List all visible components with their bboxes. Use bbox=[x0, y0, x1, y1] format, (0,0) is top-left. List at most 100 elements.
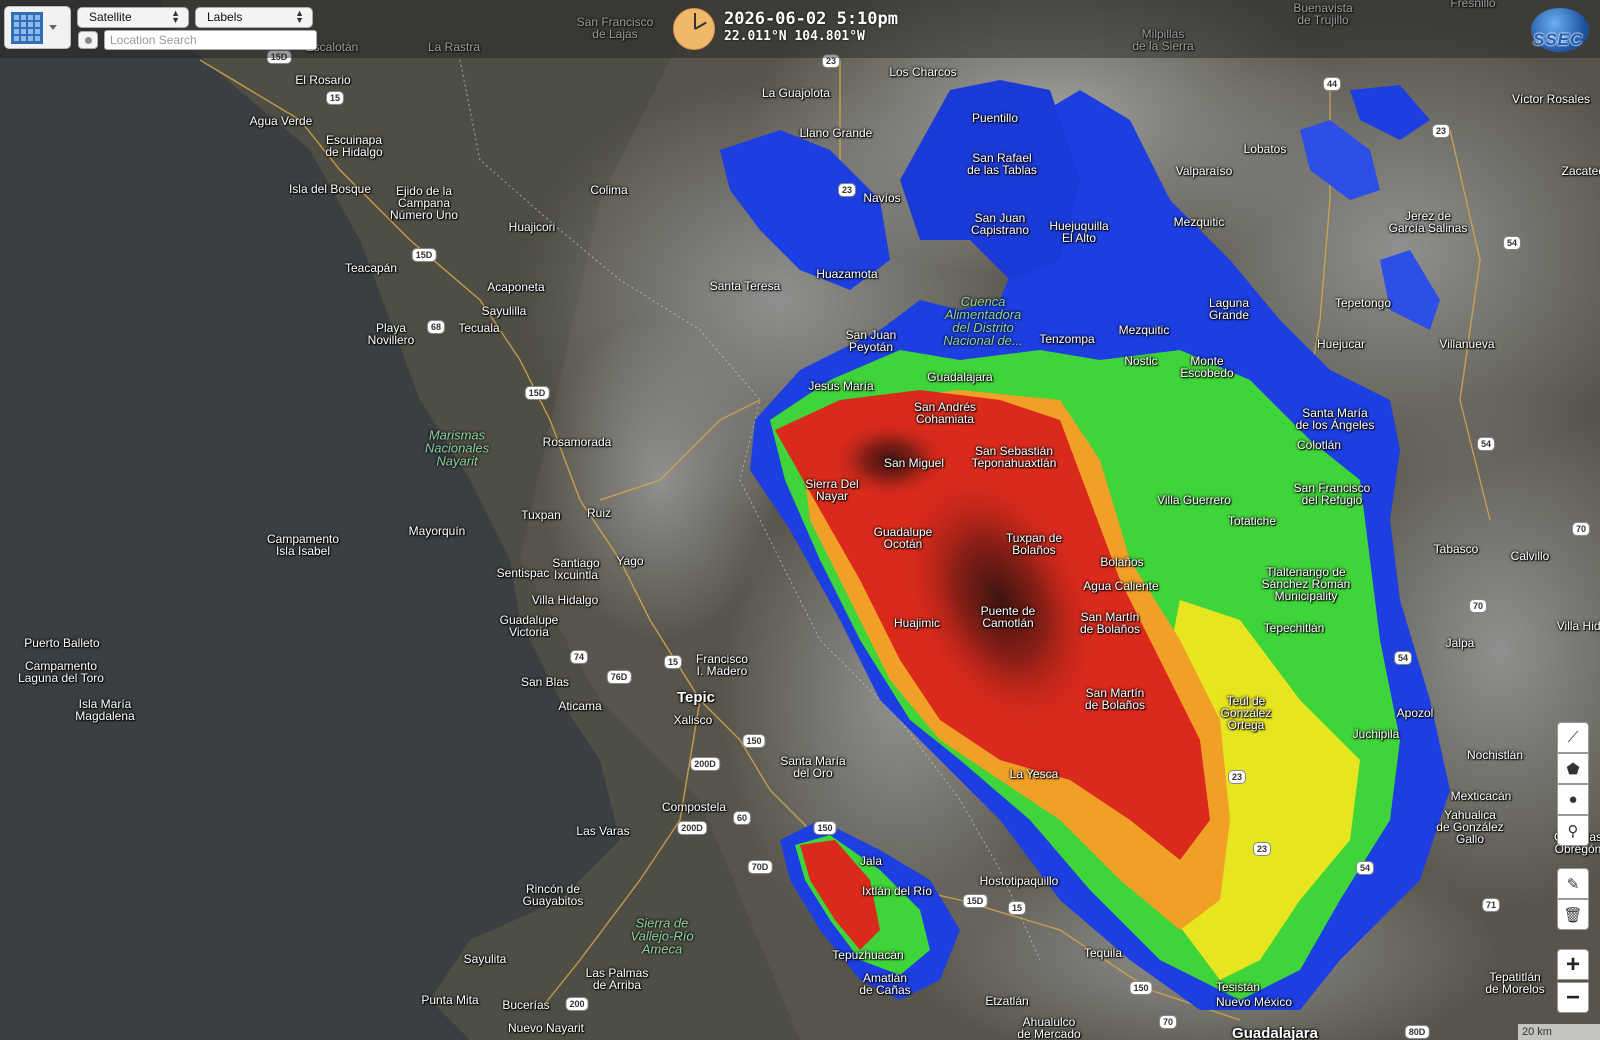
place-label: Monte Escobedo bbox=[1180, 354, 1234, 380]
place-label: Huejuquilla El Alto bbox=[1049, 219, 1109, 245]
marker-pin-icon: ⚲ bbox=[1567, 822, 1579, 840]
zoom-in-label: + bbox=[1565, 950, 1580, 978]
place-label: Los Charcos bbox=[889, 65, 957, 79]
place-label: San Juan Capistrano bbox=[970, 211, 1030, 237]
highway-shield: 23 bbox=[1227, 770, 1247, 784]
dot-icon bbox=[85, 37, 92, 44]
place-label: Nostic bbox=[1124, 354, 1158, 368]
place-label: Jerez de García Salinas bbox=[1388, 209, 1468, 235]
highway-shield: 71 bbox=[1481, 898, 1501, 912]
place-label: Guadalajara bbox=[1232, 1025, 1318, 1040]
place-label: Huajicori bbox=[508, 220, 556, 234]
place-label: Navíos bbox=[863, 191, 901, 205]
place-label: Villa Hidalgo bbox=[531, 593, 599, 607]
coordinates-text: 22.011°N 104.801°W bbox=[724, 29, 865, 44]
place-label: Villa Hida bbox=[1556, 619, 1600, 633]
place-label: Ruiz bbox=[586, 506, 612, 520]
circle-icon: ● bbox=[1568, 791, 1578, 808]
polygon-button[interactable]: ⬟ bbox=[1557, 753, 1589, 784]
highway-shield: 70 bbox=[1158, 1015, 1178, 1029]
highway-shield: 150 bbox=[742, 734, 766, 748]
place-label: Juchipila bbox=[1352, 727, 1400, 741]
place-label: Campamento Laguna del Toro bbox=[18, 659, 104, 685]
highway-shield: 70D bbox=[747, 860, 773, 874]
place-label: Santa Teresa bbox=[709, 279, 781, 293]
place-label: Zacatec bbox=[1561, 164, 1600, 178]
place-label: Ejido de la Campana Número Uno bbox=[389, 184, 459, 222]
delete-button[interactable]: 🗑 bbox=[1557, 899, 1589, 930]
layer-menu-button[interactable] bbox=[4, 6, 71, 49]
place-label: Bucerías bbox=[502, 998, 550, 1012]
place-label: Sayulilla bbox=[481, 304, 527, 318]
place-label: Mayorquín bbox=[408, 524, 466, 538]
highway-shield: 200D bbox=[690, 757, 720, 771]
place-label: Tepechitlán bbox=[1263, 621, 1325, 635]
basemap-select-value: Satellite bbox=[89, 10, 132, 24]
place-label: Mexticacán bbox=[1450, 789, 1512, 803]
highway-shield: 15 bbox=[325, 91, 345, 105]
select-arrows-icon: ▲ ▼ bbox=[171, 8, 180, 25]
scale-bar: 20 km bbox=[1518, 1024, 1600, 1040]
place-label: Tequila bbox=[1083, 946, 1123, 960]
place-label: San Miguel bbox=[883, 456, 945, 470]
park-label: Sierra de Vallejo-Río Ameca bbox=[630, 915, 694, 957]
place-label: Francisco I. Madero bbox=[695, 652, 749, 678]
place-label: Totatiche bbox=[1227, 514, 1277, 528]
highway-shield: 150 bbox=[1129, 981, 1153, 995]
highway-shield: 15 bbox=[663, 655, 683, 669]
highway-shield: 44 bbox=[1322, 77, 1342, 91]
zoom-out-button[interactable]: − bbox=[1557, 982, 1589, 1013]
highway-shield: 54 bbox=[1476, 437, 1496, 451]
place-label: Campamento Isla Isabel bbox=[266, 532, 340, 558]
place-label: Llano Grande bbox=[799, 126, 873, 140]
highway-shield: 150 bbox=[813, 821, 837, 835]
place-label: Jala bbox=[859, 854, 883, 868]
place-label: Apozol bbox=[1396, 706, 1434, 720]
satellite-basemap bbox=[0, 0, 1600, 1040]
timestamp-display: 2026-06-02 5:10pm 22.011°N 104.801°W bbox=[724, 9, 898, 45]
place-label: Puerto Balleto bbox=[24, 636, 100, 650]
chevron-down-icon bbox=[49, 25, 57, 30]
highway-shield: 15D bbox=[411, 248, 437, 262]
marker-button[interactable]: ⚲ bbox=[1557, 815, 1589, 846]
location-search-input[interactable] bbox=[104, 30, 317, 50]
place-label: Huazamota bbox=[816, 267, 878, 281]
place-label: Rincón de Guayabitos bbox=[522, 882, 584, 908]
highway-shield: 54 bbox=[1502, 236, 1522, 250]
overlay-select[interactable]: Labels ▲ ▼ bbox=[195, 7, 313, 28]
place-label: Isla del Bosque bbox=[288, 182, 372, 196]
highway-shield: 76D bbox=[606, 670, 632, 684]
place-label: Tlaltenango de Sánchez Román Municipalit… bbox=[1261, 565, 1351, 603]
scale-text: 20 km bbox=[1522, 1026, 1552, 1038]
place-label: Xalisco bbox=[673, 713, 713, 727]
place-label: Puente de Camotlán bbox=[980, 604, 1036, 630]
place-label: Calvillo bbox=[1510, 549, 1550, 563]
circle-button[interactable]: ● bbox=[1557, 784, 1589, 815]
basemap-select[interactable]: Satellite ▲ ▼ bbox=[77, 7, 189, 28]
place-label: Puentillo bbox=[971, 111, 1019, 125]
place-label: Tabasco bbox=[1433, 542, 1479, 556]
zoom-out-label: − bbox=[1565, 983, 1580, 1011]
place-label: Santiago Ixcuintla bbox=[552, 556, 600, 582]
place-label: Lobatos bbox=[1243, 142, 1287, 156]
place-label: Tuxpan bbox=[521, 508, 561, 522]
locate-button[interactable] bbox=[78, 31, 98, 49]
place-label: Tecuala bbox=[458, 321, 500, 335]
place-label: Mezquitic bbox=[1173, 215, 1225, 229]
place-label: Nuevo México bbox=[1215, 995, 1293, 1009]
edit-button[interactable]: ✎ bbox=[1557, 868, 1589, 899]
place-label: Acaponeta bbox=[487, 280, 545, 294]
map-canvas[interactable]: Escalotán La Rastra San Francisco de Lajas… bbox=[0, 0, 1600, 1040]
place-label: Amatlán de Cañas bbox=[859, 971, 911, 997]
place-label: Teacapán bbox=[344, 261, 398, 275]
logo-text: SSEC bbox=[1533, 30, 1584, 49]
place-label: Mezquitic bbox=[1118, 323, 1170, 337]
ssec-logo[interactable]: SSEC bbox=[1527, 6, 1593, 54]
place-label: Villanueva bbox=[1439, 337, 1495, 351]
highway-shield: 80D bbox=[1404, 1025, 1430, 1039]
zoom-in-button[interactable]: + bbox=[1557, 949, 1589, 980]
select-arrows-icon: ▲ ▼ bbox=[295, 8, 304, 25]
line-draw-button[interactable]: ⟋ bbox=[1557, 722, 1589, 753]
highway-shield: 200 bbox=[565, 997, 589, 1011]
place-label: San Blas bbox=[520, 675, 570, 689]
